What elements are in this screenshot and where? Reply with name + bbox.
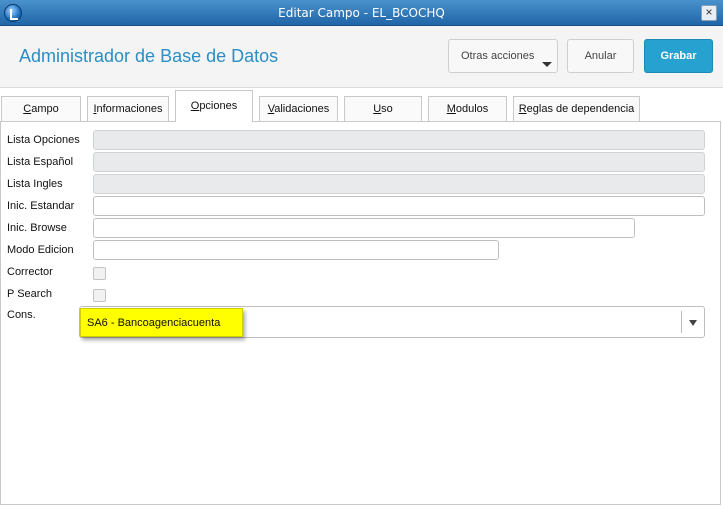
lista-opciones-field <box>93 130 705 150</box>
window-titlebar: Editar Campo - EL_BCOCHQ × <box>0 0 723 26</box>
otras-acciones-label: Otras acciones <box>461 50 535 62</box>
header-bar: Administrador de Base de Datos Otras acc… <box>0 26 723 88</box>
select-divider <box>681 311 682 333</box>
corrector-label: Corrector <box>7 266 53 278</box>
inic-browse-field[interactable] <box>93 218 635 238</box>
grabar-button[interactable]: Grabar <box>644 39 713 73</box>
inic-estandar-label: Inic. Estandar <box>7 200 75 212</box>
tab-informaciones[interactable]: Informaciones <box>87 96 169 121</box>
chevron-down-icon <box>542 62 552 67</box>
inic-browse-label: Inic. Browse <box>7 222 67 234</box>
tab-label: ampo <box>31 103 59 115</box>
tab-validaciones[interactable]: Validaciones <box>259 96 338 121</box>
modo-edicion-label: Modo Edicion <box>7 244 74 256</box>
page-title: Administrador de Base de Datos <box>19 46 279 66</box>
cons-tooltip: SA6 - Bancoagenciacuenta <box>80 308 243 337</box>
tab-label-mnemonic: C <box>23 103 32 115</box>
tab-label: so <box>381 103 393 115</box>
tab-label: pciones <box>199 100 238 112</box>
tab-reglas-de-dependencia[interactable]: Reglas de dependencia <box>513 96 640 121</box>
tab-label: nformaciones <box>96 103 163 115</box>
modo-edicion-field[interactable] <box>93 240 499 260</box>
lista-opciones-label: Lista Opciones <box>7 134 80 146</box>
tab-label: eglas de dependencia <box>526 103 635 115</box>
inic-estandar-field[interactable] <box>93 196 705 216</box>
tab-bar: Campo Informaciones Opciones Validacione… <box>0 88 723 122</box>
close-button[interactable]: × <box>701 5 717 21</box>
tab-label: odulos <box>455 103 489 115</box>
chevron-down-icon[interactable] <box>689 320 697 326</box>
otras-acciones-button[interactable]: Otras acciones <box>448 39 558 73</box>
lista-ingles-field <box>93 174 705 194</box>
tab-label-mnemonic: U <box>373 103 382 115</box>
tab-modulos[interactable]: Modulos <box>428 96 507 121</box>
tab-uso[interactable]: Uso <box>344 96 422 121</box>
p-search-checkbox[interactable] <box>93 289 106 302</box>
tab-label: alidaciones <box>274 103 330 115</box>
anular-button[interactable]: Anular <box>567 39 634 73</box>
lista-ingles-label: Lista Ingles <box>7 178 63 190</box>
lista-espanol-field <box>93 152 705 172</box>
tab-label-mnemonic: R <box>518 103 527 115</box>
lista-espanol-label: Lista Español <box>7 156 74 168</box>
window-title: Editar Campo - EL_BCOCHQ <box>278 6 445 20</box>
cons-label: Cons. <box>7 309 36 321</box>
tab-label-mnemonic: M <box>446 103 456 115</box>
tab-opciones[interactable]: Opciones <box>175 90 253 122</box>
tab-campo[interactable]: Campo <box>1 96 81 121</box>
corrector-checkbox[interactable] <box>93 267 106 280</box>
p-search-label: P Search <box>7 288 53 300</box>
